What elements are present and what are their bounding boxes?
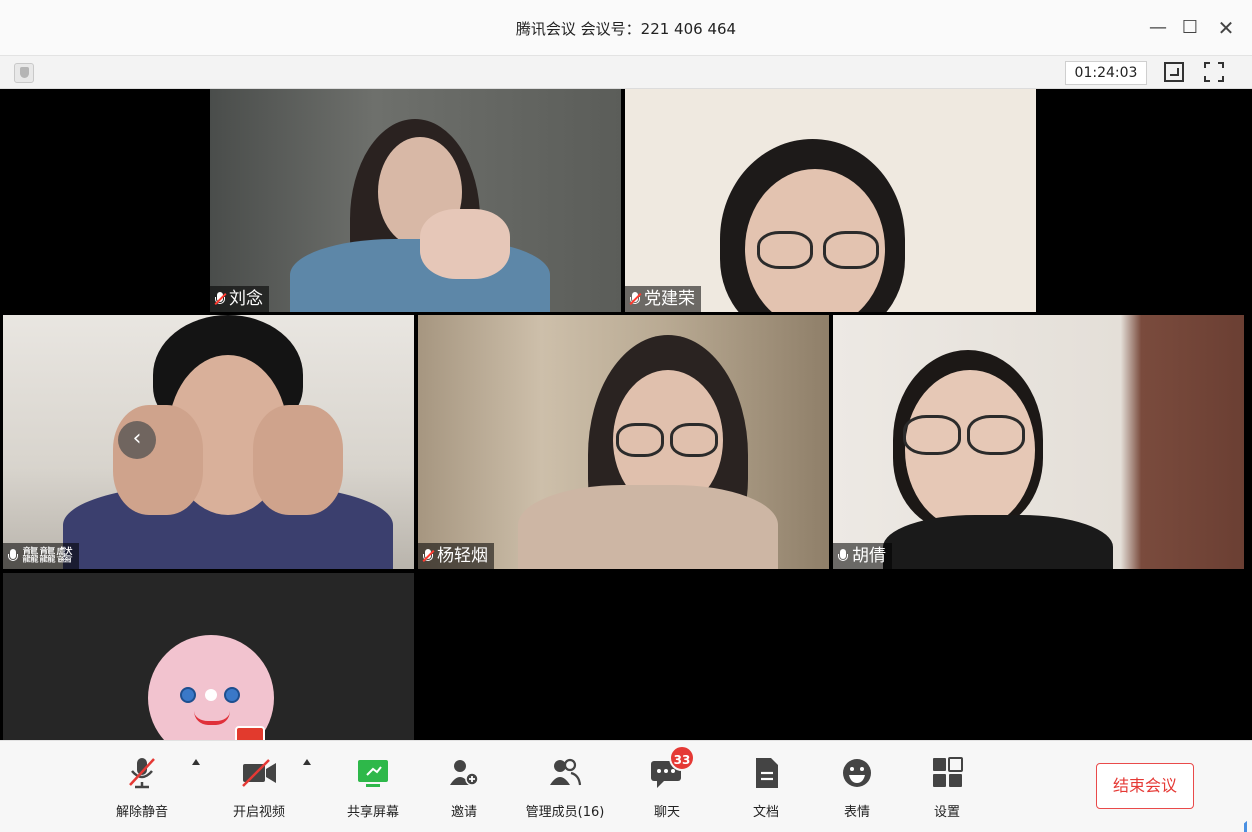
- manage-members-button[interactable]: 管理成员(16): [520, 755, 610, 821]
- video-feed: [418, 315, 829, 569]
- video-tile[interactable]: 龘龘齾: [3, 315, 414, 569]
- chat-unread-badge: 33: [669, 745, 695, 771]
- mic-muted-icon: [422, 548, 435, 564]
- participant-name-tag: 刘念: [210, 286, 269, 312]
- toolbar-label: 聊天: [653, 805, 680, 820]
- toolbar-label: 共享屏幕: [346, 805, 399, 820]
- avatar-tile[interactable]: [3, 573, 414, 740]
- toolbar-label: 管理成员(16): [525, 805, 605, 820]
- documents-button[interactable]: 文档: [721, 755, 811, 821]
- toolbar-label: 文档: [752, 805, 779, 820]
- toolbar-label: 设置: [933, 805, 960, 820]
- video-options-caret[interactable]: [303, 759, 311, 765]
- meeting-timer: 01:24:03: [1065, 61, 1147, 85]
- participant-name: 刘念: [229, 289, 263, 309]
- participant-name-tag: 龘龘齾: [3, 543, 79, 569]
- share-screen-button[interactable]: 共享屏幕: [328, 755, 418, 821]
- video-tile[interactable]: 党建荣: [625, 89, 1036, 312]
- resize-corner-icon[interactable]: [1244, 816, 1252, 832]
- mic-muted-icon: [122, 755, 162, 791]
- participant-name: 胡倩: [852, 546, 886, 566]
- close-button[interactable]: ✕: [1212, 14, 1240, 42]
- fullscreen-icon[interactable]: [1204, 62, 1224, 82]
- video-tile[interactable]: 胡倩: [833, 315, 1244, 569]
- chat-icon: 33: [647, 745, 695, 791]
- participant-name: 龘龘齾: [22, 546, 73, 566]
- invite-button[interactable]: 邀请: [419, 755, 509, 821]
- video-stage: 刘念 党建荣 龘龘齾 杨轻烟 胡倩 ‹: [0, 89, 1252, 740]
- settings-button[interactable]: 设置: [902, 755, 992, 821]
- reactions-button[interactable]: 表情: [812, 755, 902, 821]
- mic-muted-icon: [214, 291, 227, 307]
- toolbar-label: 开启视频: [232, 805, 285, 820]
- participant-name-tag: 党建荣: [625, 286, 701, 312]
- members-icon: [545, 755, 585, 791]
- meeting-toolbar: 解除静音 开启视频 共享屏幕 邀请 管理成员(16) 33 聊天 文档 表情 设…: [0, 740, 1252, 832]
- badge-icon: [235, 726, 265, 740]
- end-meeting-button[interactable]: 结束会议: [1096, 763, 1194, 809]
- window-title: 腾讯会议 会议号：221 406 464: [515, 20, 737, 38]
- mic-muted-icon: [629, 291, 642, 307]
- title-bar: 腾讯会议 会议号：221 406 464 — ☐ ✕: [0, 0, 1252, 56]
- video-feed: [625, 89, 1036, 312]
- minimize-button[interactable]: —: [1144, 14, 1172, 42]
- video-off-icon: [239, 755, 279, 791]
- toolbar-label: 解除静音: [115, 805, 168, 820]
- video-feed: [833, 315, 1244, 569]
- participant-name: 杨轻烟: [437, 546, 488, 566]
- prev-page-button[interactable]: ‹: [118, 421, 156, 459]
- toolbar-label: 邀请: [450, 805, 477, 820]
- participant-name-tag: 杨轻烟: [418, 543, 494, 569]
- mic-on-icon: [837, 548, 849, 564]
- layout-toggle-icon[interactable]: [1164, 62, 1184, 82]
- emoji-icon: [837, 755, 877, 791]
- participant-name: 党建荣: [644, 289, 695, 309]
- mic-on-icon: [7, 548, 19, 564]
- participant-avatar: [148, 635, 274, 740]
- chat-button[interactable]: 33 聊天: [622, 745, 712, 821]
- maximize-button[interactable]: ☐: [1176, 14, 1204, 42]
- unmute-button[interactable]: 解除静音: [97, 755, 187, 821]
- screen-share-icon: [353, 755, 393, 791]
- participant-name-tag: 胡倩: [833, 543, 892, 569]
- settings-icon: [927, 755, 967, 791]
- shield-icon[interactable]: [14, 63, 34, 83]
- audio-options-caret[interactable]: [192, 759, 200, 765]
- invite-user-icon: [444, 755, 484, 791]
- document-icon: [746, 755, 786, 791]
- video-feed: [210, 89, 621, 312]
- video-tile[interactable]: 杨轻烟: [418, 315, 829, 569]
- start-video-button[interactable]: 开启视频: [214, 755, 304, 821]
- video-tile[interactable]: 刘念: [210, 89, 621, 312]
- toolbar-label: 表情: [843, 805, 870, 820]
- video-feed: [3, 315, 414, 569]
- meeting-info-bar: 01:24:03: [0, 56, 1252, 89]
